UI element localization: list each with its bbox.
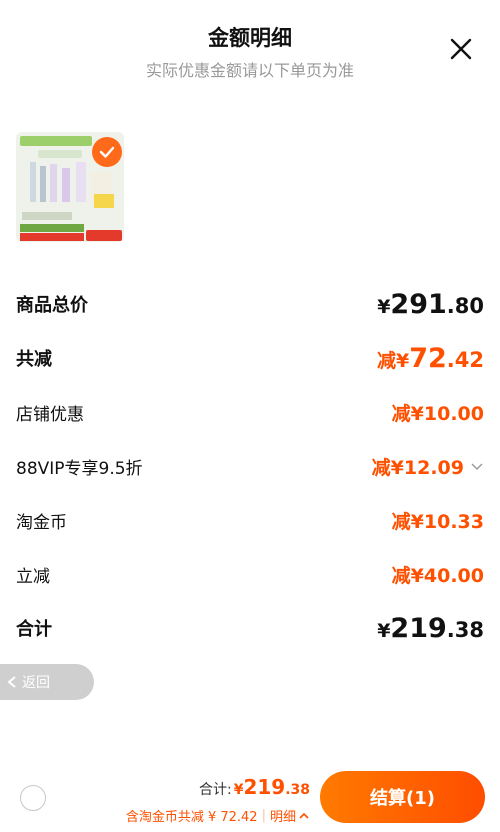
- shop-discount-label: 店铺优惠: [16, 404, 84, 425]
- select-all-radio[interactable]: [20, 785, 46, 811]
- row-coins-discount: 淘金币 减¥ 10 .33: [16, 500, 484, 540]
- footer-coin-summary: 含淘金币共减 ¥ 72.42 | 明细: [126, 806, 310, 825]
- discount-prefix: 减¥: [371, 456, 404, 479]
- footer-total: 合计: ¥ 219 .38: [199, 775, 310, 799]
- amount-integer: 12: [403, 456, 431, 479]
- amount-integer: 291: [390, 288, 447, 320]
- page-title: 金额明细: [208, 26, 292, 50]
- footer-total-label: 合计:: [198, 782, 232, 798]
- selected-check-badge: [92, 137, 122, 167]
- detail-label: 明细: [269, 810, 296, 825]
- currency-symbol: ¥: [233, 782, 244, 798]
- row-total: 合计 ¥ 219 .38: [16, 608, 484, 648]
- instant-discount-amount: 减¥ 40 .00: [392, 561, 484, 588]
- close-button[interactable]: [446, 34, 476, 64]
- amount-integer: 219: [390, 612, 447, 644]
- detail-toggle[interactable]: 明细: [270, 806, 310, 825]
- amount-decimal: .09: [430, 456, 464, 479]
- total-label: 合计: [16, 619, 52, 640]
- amount-integer: 40: [423, 564, 451, 587]
- coins-discount-label: 淘金币: [16, 512, 67, 533]
- amount-decimal: .38: [285, 782, 310, 798]
- divider: |: [261, 808, 266, 823]
- checkout-button[interactable]: 结算(1): [320, 771, 485, 823]
- amount-decimal: .80: [446, 293, 484, 318]
- total-discount-amount: 减¥ 72 .42: [377, 343, 484, 374]
- amount-integer: 72: [409, 342, 447, 374]
- shop-discount-amount: 减¥ 10 .00: [392, 399, 484, 426]
- subtotal-label: 商品总价: [16, 295, 88, 316]
- row-subtotal: 商品总价 ¥ 291 .80: [16, 284, 484, 324]
- currency-symbol: ¥: [377, 619, 391, 642]
- modal-header: 金额明细 实际优惠金额请以下单页为准: [0, 0, 500, 100]
- amount-integer: 10: [423, 402, 451, 425]
- chevron-up-icon: [299, 812, 309, 819]
- vip-discount-label: 88VIP专享9.5折: [16, 458, 143, 479]
- row-instant-discount: 立减 减¥ 40 .00: [16, 554, 484, 594]
- back-button[interactable]: 返回: [0, 664, 94, 700]
- currency-symbol: ¥: [377, 295, 391, 318]
- total-discount-label: 共减: [16, 349, 52, 370]
- amount-decimal: .42: [446, 347, 484, 372]
- subtotal-amount: ¥ 291 .80: [377, 289, 484, 320]
- amount-decimal: .00: [450, 564, 484, 587]
- close-icon: [450, 38, 472, 60]
- amount-decimal: .00: [450, 402, 484, 425]
- total-amount: ¥ 219 .38: [377, 613, 484, 644]
- chevron-left-icon: [7, 676, 16, 688]
- chevron-down-icon[interactable]: [470, 461, 484, 471]
- amount-integer: 10: [423, 510, 451, 533]
- row-vip-discount[interactable]: 88VIP专享9.5折 减¥ 12 .09: [16, 446, 484, 486]
- row-shop-discount: 店铺优惠 减¥ 10 .00: [16, 392, 484, 432]
- row-total-discount: 共减 减¥ 72 .42: [16, 338, 484, 378]
- coin-discount-text: 含淘金币共减 ¥ 72.42: [125, 810, 258, 825]
- discount-prefix: 减¥: [391, 402, 424, 425]
- instant-discount-label: 立减: [16, 566, 50, 587]
- back-label: 返回: [22, 675, 50, 691]
- amount-decimal: .33: [450, 510, 484, 533]
- amount-integer: 219: [243, 775, 286, 799]
- discount-prefix: 减¥: [391, 510, 424, 533]
- vip-discount-amount: 减¥ 12 .09: [372, 453, 484, 480]
- amount-decimal: .38: [446, 617, 484, 642]
- coins-discount-amount: 减¥ 10 .33: [392, 507, 484, 534]
- check-icon: [99, 146, 115, 158]
- discount-prefix: 减¥: [391, 564, 424, 587]
- discount-prefix: 减¥: [376, 349, 410, 372]
- page-subtitle: 实际优惠金额请以下单页为准: [145, 61, 354, 80]
